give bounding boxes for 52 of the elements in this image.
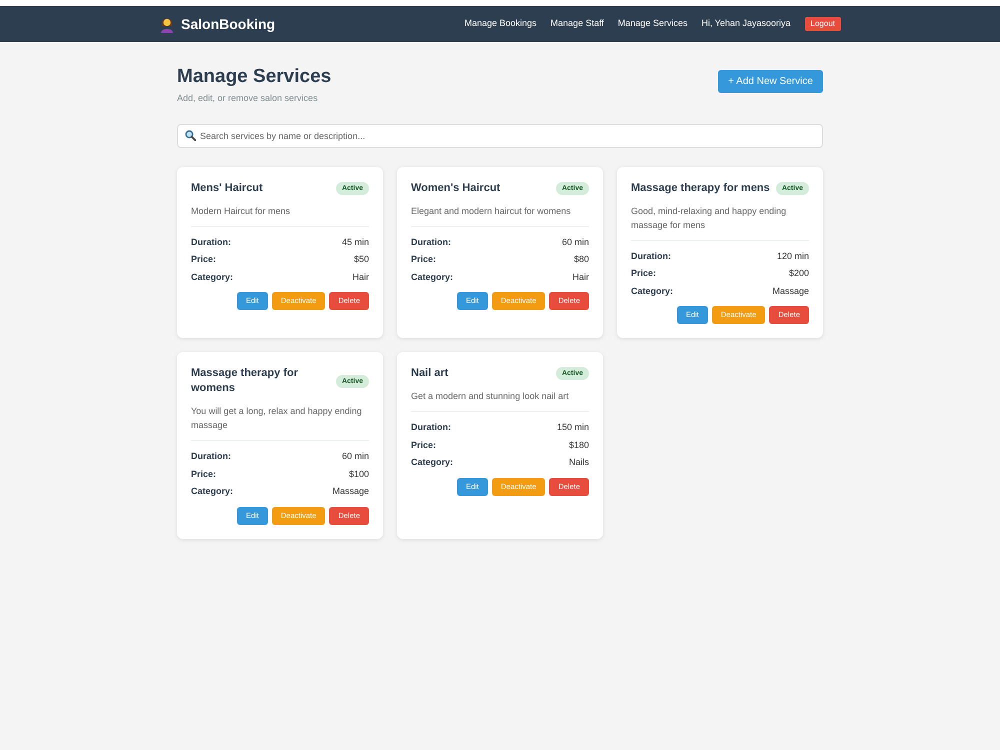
detail-label: Category: bbox=[191, 485, 234, 498]
detail-value: 60 min bbox=[562, 236, 589, 248]
person-icon bbox=[159, 16, 175, 32]
detail-label: Price: bbox=[411, 438, 436, 452]
detail-label: Price: bbox=[631, 267, 656, 280]
user-greeting: Hi, Yehan Jayasooriya bbox=[701, 17, 791, 30]
detail-value: 150 min bbox=[556, 421, 589, 434]
add-service-button[interactable]: + Add New Service bbox=[718, 70, 823, 93]
detail-label: Category: bbox=[631, 284, 674, 298]
detail-value: 120 min bbox=[776, 250, 809, 262]
service-description: You will get a long, relax and happy ending massage bbox=[191, 405, 363, 432]
service-name: Nail art bbox=[411, 366, 448, 381]
detail-value: $50 bbox=[354, 253, 369, 266]
nav-link[interactable]: Manage Staff bbox=[550, 17, 604, 31]
service-description: Get a modern and stunning look nail art bbox=[411, 390, 570, 403]
service-description: Good, mind-relaxing and happy ending massage for mens bbox=[631, 204, 788, 232]
detail-value: Massage bbox=[772, 284, 809, 298]
service-name: Mens' Haircut bbox=[191, 180, 263, 196]
detail-value: Hair bbox=[572, 270, 589, 284]
detail-value: $200 bbox=[788, 267, 809, 280]
detail-value: 60 min bbox=[342, 450, 369, 463]
detail-label: Price: bbox=[191, 253, 216, 266]
service-description: Elegant and modern haircut for womens bbox=[411, 204, 572, 218]
search-field[interactable]: Search services by name or description... bbox=[177, 124, 823, 148]
page-subtitle: Add, edit, or remove salon services bbox=[177, 92, 319, 105]
logout-button[interactable]: Logout bbox=[804, 17, 841, 31]
detail-value: $80 bbox=[574, 253, 589, 266]
detail-label: Duration: bbox=[191, 450, 231, 463]
detail-label: Duration: bbox=[411, 421, 451, 434]
detail-value: 45 min bbox=[342, 236, 369, 248]
detail-label: Category: bbox=[411, 456, 454, 469]
detail-value: Hair bbox=[352, 270, 369, 284]
nav-link[interactable]: Manage Services bbox=[618, 17, 688, 31]
page-title: Manage Services bbox=[177, 65, 332, 89]
service-name: Women's Haircut bbox=[411, 180, 500, 196]
search-icon bbox=[185, 130, 196, 140]
detail-label: Duration: bbox=[631, 250, 671, 262]
service-name: Massage therapy for womens bbox=[191, 366, 299, 396]
detail-label: Duration: bbox=[411, 236, 451, 248]
service-description: Modern Haircut for mens bbox=[191, 204, 292, 218]
detail-value: $100 bbox=[348, 468, 369, 480]
detail-label: Category: bbox=[191, 270, 234, 284]
detail-label: Duration: bbox=[191, 236, 231, 248]
detail-value: Massage bbox=[332, 485, 369, 498]
brand-logo[interactable]: SalonBooking bbox=[181, 14, 276, 34]
detail-label: Price: bbox=[191, 468, 216, 480]
detail-label: Category: bbox=[411, 270, 454, 284]
service-name: Massage therapy for mens bbox=[631, 180, 770, 196]
nav-link[interactable]: Manage Bookings bbox=[464, 17, 537, 31]
detail-value: Nails bbox=[568, 456, 589, 469]
detail-label: Price: bbox=[411, 253, 436, 266]
detail-value: $180 bbox=[568, 438, 589, 452]
